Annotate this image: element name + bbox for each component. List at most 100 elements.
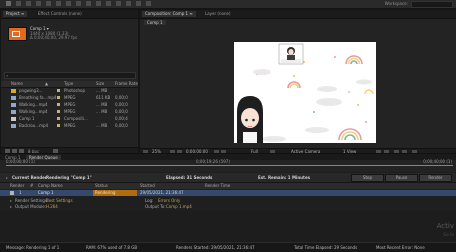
log-dropdown[interactable]: Errors Only xyxy=(158,199,180,203)
column-comp-name[interactable]: Comp Name xyxy=(38,184,63,188)
label-swatch[interactable] xyxy=(57,124,60,127)
label-swatch[interactable] xyxy=(57,103,60,106)
item-size: ... MB xyxy=(96,102,108,107)
pan-behind-icon[interactable] xyxy=(66,1,71,6)
file-type-icon xyxy=(11,96,16,100)
character-figure xyxy=(237,96,263,143)
file-type-icon xyxy=(11,89,16,93)
expand-arrow-icon[interactable]: ▸ xyxy=(10,199,12,203)
tab-effect-controls[interactable]: Effect Controls (none) xyxy=(35,11,85,17)
list-item[interactable]: Backrou...mp4 MPEG ... MB 0,00;0 xyxy=(1,123,138,129)
column-render-time[interactable]: Render Time xyxy=(205,184,230,188)
item-size: ... MB xyxy=(96,109,108,114)
home-icon[interactable] xyxy=(6,1,11,6)
pause-button[interactable]: Pause xyxy=(385,174,418,182)
log-label: Log: xyxy=(145,198,154,203)
item-size: 611 KB xyxy=(96,95,111,100)
project-panel-tabs: Project ≡ Effect Controls (none) xyxy=(1,10,138,19)
eraser-icon[interactable] xyxy=(126,1,131,6)
tab-composition[interactable]: Composition: Comp 1 ≡ xyxy=(142,11,196,17)
hand-icon[interactable] xyxy=(26,1,31,6)
item-type: MPEG xyxy=(64,123,76,128)
label-swatch[interactable] xyxy=(57,110,60,113)
camera-icon[interactable] xyxy=(56,1,61,6)
project-column-header: Name ▲ Type Size Frame Rate xyxy=(1,81,138,88)
render-progress-area: 0;00;00;00 (1) 0;00;19;26 (597) 0;00;40;… xyxy=(0,160,456,172)
tools-toolbar: Workspace: xyxy=(0,0,456,9)
canvas-artwork xyxy=(237,43,374,143)
list-item[interactable]: Breathing fa...mp4 MPEG 611 KB 0,00;0 xyxy=(1,95,138,101)
text-icon[interactable] xyxy=(96,1,101,6)
item-frame-rate: 0,00;4 xyxy=(115,116,128,121)
brush-icon[interactable] xyxy=(106,1,111,6)
roto-icon[interactable] xyxy=(136,1,141,6)
column-render[interactable]: Render xyxy=(10,184,24,188)
label-swatch[interactable] xyxy=(57,96,60,99)
label-swatch[interactable] xyxy=(57,89,60,92)
expand-arrow-icon[interactable]: ▸ xyxy=(10,205,12,209)
list-item[interactable]: Comp 1 Compositi... 0,00;4 xyxy=(1,116,138,122)
render-queue-item[interactable]: 1 Comp 1 Rendering 29/05/2021, 21:36:47 xyxy=(0,190,456,196)
render-item-comp[interactable]: Comp 1 xyxy=(38,191,54,195)
item-frame-rate: 0,00;0 xyxy=(115,123,128,128)
column-name[interactable]: Name xyxy=(11,82,23,86)
composition-canvas[interactable] xyxy=(234,42,376,143)
elapsed-time-label: Elapsed: 31 Seconds xyxy=(166,175,213,180)
list-item[interactable]: Walking...mp4 MPEG ... MB 0,00;0 xyxy=(1,109,138,115)
output-to-label: Output To: xyxy=(145,204,166,209)
item-type: MPEG xyxy=(64,102,76,107)
item-type: Photoshop xyxy=(64,88,86,93)
column-frame-rate[interactable]: Frame Rate xyxy=(115,82,138,86)
renders-started: Renders Started: 29/05/2021, 21:36:47 xyxy=(176,245,255,250)
file-type-icon xyxy=(11,103,16,107)
render-settings-label: Render Settings: xyxy=(15,198,49,203)
item-name: Breathing fa...mp4 xyxy=(19,95,57,100)
status-message: Message: Rendering 1 of 1 xyxy=(6,245,60,250)
project-search-input[interactable]: ⌕ xyxy=(4,72,136,79)
label-swatch[interactable] xyxy=(57,117,60,120)
column-label[interactable]: ▲ xyxy=(45,82,48,86)
column-status[interactable]: Status xyxy=(95,184,108,188)
current-render-time: 0;00;19;26 (597) xyxy=(196,159,230,164)
inset-video-layer xyxy=(278,43,304,65)
list-item[interactable]: Walking...mp4 MPEG ... MB 0,00;0 xyxy=(1,102,138,108)
composition-panel-tabs: Composition: Comp 1 ≡ Layer (none) xyxy=(140,10,456,19)
most-recent-error: Most Recent Error: None xyxy=(376,245,425,250)
search-help-field[interactable] xyxy=(411,1,453,8)
project-panel: Project ≡ Effect Controls (none) Comp 1 … xyxy=(0,9,139,155)
zoom-icon[interactable] xyxy=(36,1,41,6)
stamp-icon[interactable] xyxy=(116,1,121,6)
tab-project[interactable]: Project ≡ xyxy=(3,11,28,17)
comp-breadcrumb[interactable]: Comp 1 xyxy=(144,20,166,25)
column-size[interactable]: Size xyxy=(96,82,104,86)
arrow-icon[interactable] xyxy=(16,1,21,6)
column-index[interactable]: # xyxy=(30,184,33,188)
activation-watermark: Activ xyxy=(436,222,454,230)
stop-button[interactable]: Stop xyxy=(351,174,384,182)
item-type: MPEG xyxy=(64,109,76,114)
render-settings-dropdown[interactable]: Best Settings xyxy=(46,199,73,203)
output-module-dropdown[interactable]: H.264 xyxy=(46,205,58,209)
column-type[interactable]: Type xyxy=(64,82,73,86)
output-to-link[interactable]: Comp 1.mp4 xyxy=(166,205,192,209)
list-item[interactable]: pngwing3... Photoshop ... MB xyxy=(1,88,138,94)
search-icon: ⌕ xyxy=(6,73,9,78)
file-type-icon xyxy=(11,110,16,114)
item-type: Compositi... xyxy=(64,116,88,121)
puppet-icon[interactable] xyxy=(146,1,151,6)
render-checkbox[interactable] xyxy=(10,191,14,195)
item-size: ... MB xyxy=(96,88,108,93)
render-item-number: 1 xyxy=(19,190,22,195)
tab-layer[interactable]: Layer (none) xyxy=(202,11,234,17)
start-time: 0;00;00;00 (1) xyxy=(6,159,35,164)
render-button[interactable]: Render xyxy=(419,174,452,182)
column-started[interactable]: Started xyxy=(140,184,155,188)
file-type-icon xyxy=(11,124,16,128)
expand-arrow-icon[interactable]: ▸ xyxy=(6,176,8,180)
item-frame-rate: 0,00;0 xyxy=(115,102,128,107)
pen-icon[interactable] xyxy=(86,1,91,6)
rectangle-icon[interactable] xyxy=(76,1,81,6)
rotate-icon[interactable] xyxy=(46,1,51,6)
item-frame-rate: 0,00;0 xyxy=(115,95,128,100)
composition-icon xyxy=(12,31,20,37)
